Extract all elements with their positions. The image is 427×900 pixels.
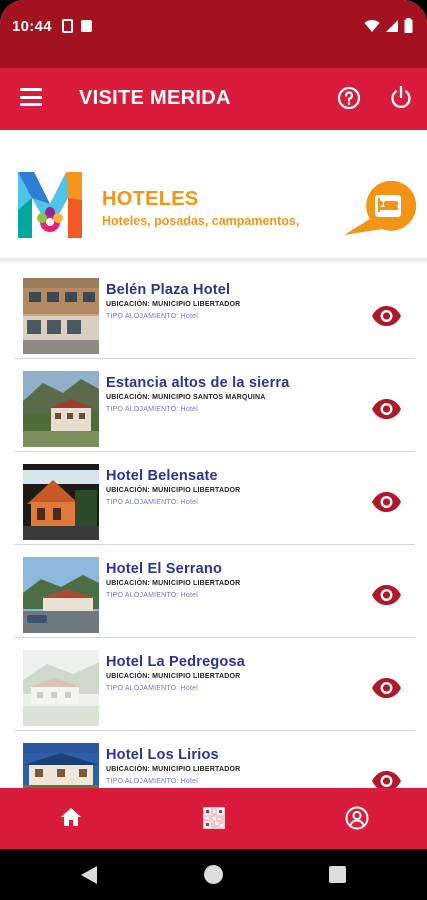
hotel-type: TIPO ALOJAMIENTO: Hotel bbox=[106, 313, 198, 320]
status-bar: 10:44 bbox=[0, 0, 427, 68]
back-icon[interactable] bbox=[80, 865, 98, 885]
help-icon[interactable] bbox=[337, 86, 361, 110]
list-item[interactable]: Hotel Belensate UBICACIÓN: MUNICIPIO LIB… bbox=[0, 452, 427, 545]
header-divider bbox=[0, 258, 427, 264]
recent-apps-icon[interactable] bbox=[329, 866, 346, 883]
hotel-name[interactable]: Belén Plaza Hotel bbox=[106, 282, 230, 298]
wifi-icon bbox=[364, 19, 380, 32]
list-item[interactable]: Belén Plaza Hotel UBICACIÓN: MUNICIPIO L… bbox=[0, 266, 427, 359]
hotel-type: TIPO ALOJAMIENTO: Hotel bbox=[106, 406, 198, 413]
menu-icon[interactable] bbox=[20, 88, 42, 106]
qr-code-icon[interactable] bbox=[203, 807, 225, 829]
view-eye-icon[interactable] bbox=[371, 677, 402, 699]
list-item[interactable]: Hotel La Pedregosa UBICACIÓN: MUNICIPIO … bbox=[0, 638, 427, 731]
phone-screen: 10:44 VISITE MERIDA HOTELES Hoteles, pos… bbox=[0, 0, 427, 900]
hotel-photo bbox=[23, 743, 99, 788]
hotel-location: UBICACIÓN: MUNICIPIO LIBERTADOR bbox=[106, 580, 241, 587]
list-item[interactable]: Hotel Los Lirios UBICACIÓN: MUNICIPIO LI… bbox=[0, 731, 427, 788]
view-eye-icon[interactable] bbox=[371, 770, 402, 788]
battery-icon bbox=[404, 18, 413, 33]
hotel-photo bbox=[23, 371, 99, 447]
sim-card-icon bbox=[61, 19, 73, 33]
hotel-name[interactable]: Hotel Los Lirios bbox=[106, 747, 219, 763]
hotel-bed-icon bbox=[344, 181, 417, 235]
list-item[interactable]: Hotel El Serrano UBICACIÓN: MUNICIPIO LI… bbox=[0, 545, 427, 638]
hotel-type: TIPO ALOJAMIENTO: Hotel bbox=[106, 592, 198, 599]
section-subtitle: Hoteles, posadas, campamentos, bbox=[102, 214, 300, 228]
view-eye-icon[interactable] bbox=[371, 305, 402, 327]
app-title: VISITE MERIDA bbox=[79, 87, 231, 109]
hotel-location: UBICACIÓN: MUNICIPIO LIBERTADOR bbox=[106, 673, 241, 680]
hotel-location: UBICACIÓN: MUNICIPIO LIBERTADOR bbox=[106, 487, 241, 494]
bottom-nav bbox=[0, 788, 427, 849]
image-icon bbox=[80, 20, 92, 32]
hotel-photo bbox=[23, 650, 99, 726]
list-item[interactable]: Estancia altos de la sierra UBICACIÓN: M… bbox=[0, 359, 427, 452]
hotel-name[interactable]: Hotel La Pedregosa bbox=[106, 654, 245, 670]
app-bar: VISITE MERIDA bbox=[0, 68, 427, 130]
hotel-photo bbox=[23, 557, 99, 633]
hotel-type: TIPO ALOJAMIENTO: Hotel bbox=[106, 499, 198, 506]
hotel-photo bbox=[23, 464, 99, 540]
section-title: HOTELES bbox=[102, 188, 199, 210]
hotel-name[interactable]: Estancia altos de la sierra bbox=[106, 375, 290, 391]
category-header: HOTELES Hoteles, posadas, campamentos, bbox=[0, 130, 427, 260]
home-button-icon[interactable] bbox=[204, 865, 223, 884]
status-time: 10:44 bbox=[12, 18, 52, 35]
home-icon[interactable] bbox=[60, 807, 82, 827]
hotel-type: TIPO ALOJAMIENTO: Hotel bbox=[106, 778, 198, 785]
hotel-location: UBICACIÓN: MUNICIPIO LIBERTADOR bbox=[106, 301, 241, 308]
hotel-photo bbox=[23, 278, 99, 354]
account-icon[interactable] bbox=[345, 806, 369, 830]
power-icon[interactable] bbox=[389, 85, 413, 111]
hotel-name[interactable]: Hotel El Serrano bbox=[106, 561, 222, 577]
hotel-list: Belén Plaza Hotel UBICACIÓN: MUNICIPIO L… bbox=[0, 266, 427, 788]
merida-logo bbox=[18, 172, 82, 238]
hotel-location: UBICACIÓN: MUNICIPIO LIBERTADOR bbox=[106, 766, 241, 773]
signal-icon bbox=[386, 19, 398, 32]
view-eye-icon[interactable] bbox=[371, 491, 402, 513]
system-nav-bar bbox=[0, 849, 427, 900]
view-eye-icon[interactable] bbox=[371, 584, 402, 606]
view-eye-icon[interactable] bbox=[371, 398, 402, 420]
hotel-type: TIPO ALOJAMIENTO: Hotel bbox=[106, 685, 198, 692]
hotel-location: UBICACIÓN: MUNICIPIO SANTOS MARQUINA bbox=[106, 394, 266, 401]
hotel-name[interactable]: Hotel Belensate bbox=[106, 468, 218, 484]
